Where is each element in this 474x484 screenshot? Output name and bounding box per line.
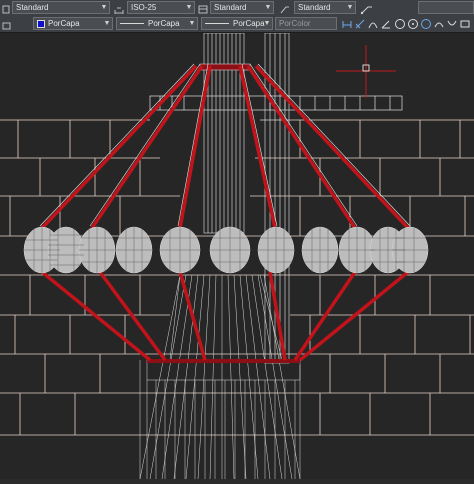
color-dropdown[interactable]: PorCapa ▼ — [33, 17, 113, 30]
circle-icon[interactable] — [394, 18, 406, 30]
circle-icon[interactable] — [420, 18, 432, 30]
styles-toolbar-row: Standard ▼ ISO-25 ▼ Standard ▼ Standard … — [0, 1, 474, 16]
plotstyle-dropdown: PorColor — [275, 17, 337, 30]
chevron-down-icon: ▼ — [188, 20, 196, 27]
chevron-down-icon: ▼ — [263, 20, 271, 27]
blank-dropdown[interactable] — [418, 1, 474, 14]
mleader-style-value: Standard — [298, 3, 331, 12]
lineweight-dropdown[interactable]: PorCapa ▼ — [201, 17, 273, 30]
dim-style-dropdown[interactable]: ISO-25 ▼ — [127, 1, 195, 14]
table-style-value: Standard — [214, 3, 247, 12]
chevron-down-icon: ▼ — [264, 4, 272, 11]
color-swatch-icon — [37, 19, 45, 28]
mleader-style-dropdown[interactable]: Standard ▼ — [294, 1, 356, 14]
sphere-ring — [23, 226, 429, 274]
plotstyle-value: PorColor — [279, 19, 311, 28]
lineweight-sample-icon — [205, 23, 229, 25]
text-style-icon — [2, 2, 10, 14]
linetype-sample-icon — [120, 23, 144, 25]
mleader-style-icon — [280, 2, 290, 14]
mleader-icon[interactable] — [360, 2, 374, 15]
table-style-icon — [198, 2, 208, 14]
text-style-dropdown[interactable]: Standard ▼ — [12, 1, 110, 14]
arc-icon[interactable] — [446, 18, 458, 30]
drawing-viewport[interactable] — [0, 32, 474, 480]
lineweight-value: PorCapa — [233, 19, 265, 28]
linetype-dropdown[interactable]: PorCapa ▼ — [116, 17, 198, 30]
dim-style-value: ISO-25 — [131, 3, 157, 12]
dimension-aligned-icon[interactable] — [354, 18, 366, 30]
dimension-angular-icon[interactable] — [380, 18, 392, 30]
circle-icon[interactable] — [407, 18, 419, 30]
color-value: PorCapa — [48, 19, 80, 28]
dim-style-icon — [114, 2, 124, 14]
text-style-value: Standard — [16, 3, 49, 12]
bottom-ring — [147, 359, 300, 363]
layer-icon — [2, 18, 12, 30]
chevron-down-icon: ▼ — [346, 4, 354, 11]
chevron-down-icon: ▼ — [185, 4, 193, 11]
dimension-arc-icon[interactable] — [367, 18, 379, 30]
rectangle-icon[interactable] — [459, 18, 471, 30]
properties-toolbar: Standard ▼ ISO-25 ▼ Standard ▼ Standard … — [0, 0, 474, 33]
drawing-canvas — [0, 32, 474, 480]
linetype-value: PorCapa — [148, 19, 180, 28]
table-style-dropdown[interactable]: Standard ▼ — [210, 1, 274, 14]
properties-toolbar-row: PorCapa ▼ PorCapa ▼ PorCapa ▼ PorColor — [0, 17, 474, 32]
chevron-down-icon: ▼ — [100, 4, 108, 11]
arc-icon[interactable] — [433, 18, 445, 30]
dimension-linear-icon[interactable] — [341, 18, 353, 30]
chevron-down-icon: ▼ — [103, 20, 111, 27]
